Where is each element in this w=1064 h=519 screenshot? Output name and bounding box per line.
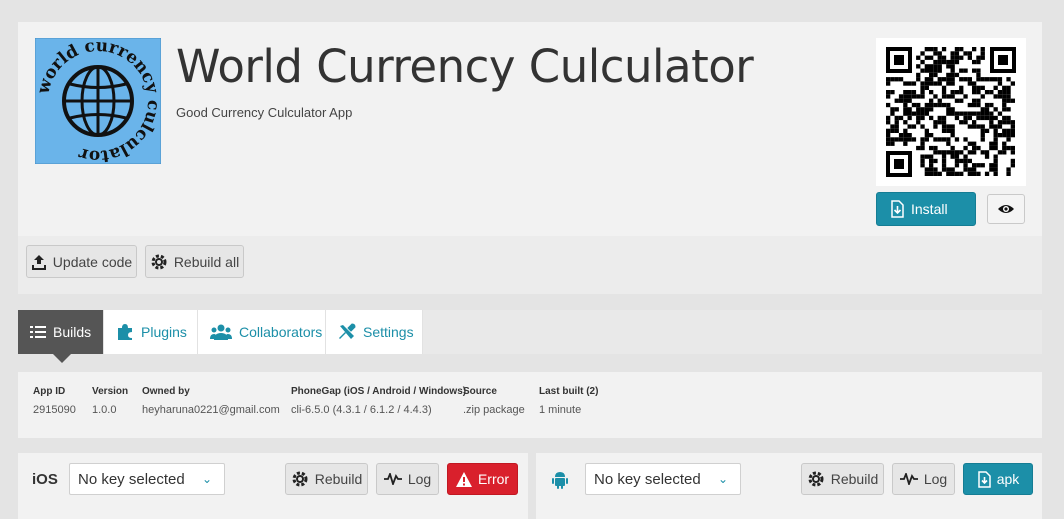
tab-settings[interactable]: Settings [326,310,423,354]
rebuild-all-label: Rebuild all [173,253,240,270]
tab-collaborators-label: Collaborators [239,324,323,340]
upload-icon [31,254,46,270]
app-title: World Currency Culculator [176,40,754,93]
tab-plugins-label: Plugins [141,324,187,340]
android-icon [552,472,568,489]
android-key-select-value: No key selected [594,470,701,488]
tab-builds[interactable]: Builds [18,310,104,354]
ios-rebuild-label: Rebuild [314,471,363,487]
download-file-icon [977,470,991,488]
info-label: PhoneGap (iOS / Android / Windows) [291,386,467,397]
android-key-select[interactable]: No key selected ⌄ [585,463,741,495]
info-source: Source .zip package [463,386,525,416]
info-value: 1 minute [539,404,582,416]
puzzle-icon [118,324,132,340]
info-label: Owned by [142,386,190,397]
rebuild-gear-icon [292,471,308,487]
app-header: world currency culculator World Currency… [18,22,1042,236]
android-build-panel: No key selected ⌄ Rebuild Log apk [536,453,1042,519]
tab-builds-label: Builds [53,324,92,340]
users-icon [210,324,232,340]
ios-error-button[interactable]: Error [447,463,518,495]
info-value: cli-6.5.0 (4.3.1 / 6.1.2 / 4.4.3) [291,404,432,416]
update-code-button[interactable]: Update code [26,245,137,278]
warning-icon [455,471,472,487]
chevron-down-icon: ⌄ [717,472,728,486]
tab-plugins[interactable]: Plugins [104,310,198,354]
list-icon [30,326,46,338]
ios-error-label: Error [477,471,510,487]
info-label: App ID [33,386,66,397]
activity-icon [899,473,918,485]
app-icon: world currency culculator [35,38,161,164]
info-label: Source [463,386,497,397]
info-value: 2915090 [33,404,76,416]
ios-rebuild-button[interactable]: Rebuild [285,463,368,495]
app-description: Good Currency Culculator App [176,105,353,120]
info-value: heyharuna0221@gmail.com [142,404,280,416]
preview-button[interactable] [987,194,1025,224]
wrench-icon [339,323,356,339]
install-button[interactable]: Install [876,192,976,226]
android-rebuild-label: Rebuild [830,471,879,487]
tab-bar: Builds Plugins Collaborators Settings [18,310,1042,363]
android-apk-download-button[interactable]: apk [963,463,1033,495]
ios-log-label: Log [407,471,432,487]
eye-icon [998,205,1014,213]
ios-key-select-value: No key selected [78,470,185,488]
info-phonegap: PhoneGap (iOS / Android / Windows) cli-6… [291,386,466,416]
rebuild-gear-icon [151,254,167,269]
info-version: Version 1.0.0 [92,386,128,416]
tab-collaborators[interactable]: Collaborators [198,310,326,354]
android-rebuild-button[interactable]: Rebuild [801,463,884,495]
download-file-icon [891,200,904,218]
qr-code[interactable] [876,38,1026,186]
info-label: Last built (2) [539,386,599,397]
tab-settings-label: Settings [363,324,414,340]
ios-key-select[interactable]: No key selected ⌄ [69,463,225,495]
ios-log-button[interactable]: Log [376,463,439,495]
android-log-label: Log [923,471,948,487]
rebuild-gear-icon [808,471,824,487]
update-code-label: Update code [52,253,133,270]
ios-build-panel: iOS No key selected ⌄ Rebuild Log Error [18,453,528,519]
rebuild-all-button[interactable]: Rebuild all [145,245,244,278]
info-app-id: App ID 2915090 [33,386,76,416]
actions-bar: Update code Rebuild all [18,236,1042,294]
info-value: .zip package [463,404,525,416]
ios-platform-label: iOS [32,471,58,488]
active-tab-caret [53,354,71,363]
app-info: App ID 2915090 Version 1.0.0 Owned by he… [18,372,1042,438]
info-label: Version [92,386,129,397]
install-label: Install [911,201,948,217]
android-log-button[interactable]: Log [892,463,955,495]
chevron-down-icon: ⌄ [201,472,212,486]
info-owned-by: Owned by heyharuna0221@gmail.com [142,386,280,416]
android-apk-label: apk [996,471,1020,487]
activity-icon [383,473,402,485]
info-value: 1.0.0 [92,404,117,416]
info-last-built: Last built (2) 1 minute [539,386,598,416]
